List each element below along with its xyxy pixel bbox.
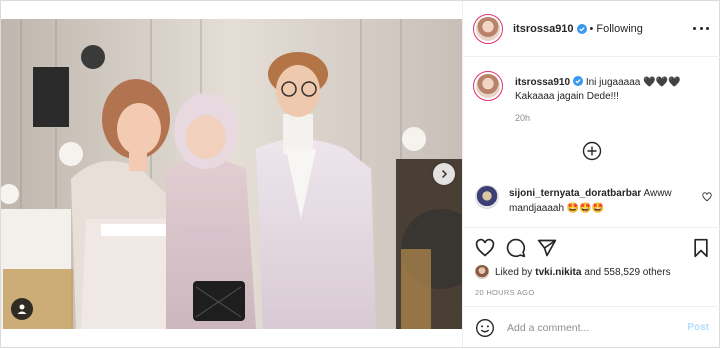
posted-time[interactable]: 20 HOURS AGO (475, 288, 534, 297)
share-icon[interactable] (537, 238, 557, 258)
verified-badge-icon (573, 76, 584, 86)
caption-line-2: Kakaaaa jagain Dede!!! (515, 91, 619, 102)
commenter-username[interactable]: sijoni_ternyata_doratbarbar (509, 188, 641, 199)
likes-others[interactable]: and 558,529 others (584, 267, 670, 278)
caption-line-1: Ini jugaaaaa 🖤🖤🖤 (585, 77, 681, 88)
user-icon (17, 304, 27, 314)
verified-badge-icon (576, 23, 587, 34)
load-more-comments-button[interactable] (582, 141, 602, 161)
add-comment-bar: Post (463, 306, 720, 349)
heart-icon[interactable] (475, 238, 495, 258)
liker-username[interactable]: tvki.nikita (535, 267, 581, 278)
caption-age: 20h (515, 113, 531, 123)
post-actions-bar (463, 227, 720, 267)
liker-avatar[interactable] (475, 265, 489, 279)
comment-text: sijoni_ternyata_doratbarbar Awww mandjaa… (509, 186, 689, 216)
smile-icon[interactable] (475, 318, 495, 338)
instagram-post-modal: itsrossa910 • Following itsrossa910 Ini … (0, 0, 720, 349)
photo-illustration (1, 19, 462, 329)
user-tag-icon[interactable] (11, 298, 33, 320)
caption-username[interactable]: itsrossa910 (515, 77, 570, 88)
caption-text: itsrossa910 Ini jugaaaaa 🖤🖤🖤 Kakaaaa jag… (515, 76, 715, 104)
separator-dot: • (589, 22, 594, 35)
bookmark-icon[interactable] (691, 238, 711, 258)
post-side-panel: itsrossa910 • Following itsrossa910 Ini … (462, 1, 720, 349)
next-image-button[interactable] (433, 163, 455, 185)
like-comment-heart-icon[interactable] (702, 192, 712, 202)
likes-summary: Liked by tvki.nikita and 558,529 others (475, 265, 671, 279)
caption-author-avatar[interactable] (473, 71, 503, 101)
post-comment-button[interactable]: Post (687, 322, 709, 333)
post-photo[interactable] (1, 19, 462, 329)
following-button[interactable]: Following (596, 23, 642, 35)
liked-by-label: Liked by (495, 266, 533, 278)
author-username[interactable]: itsrossa910 (513, 23, 574, 35)
plus-circle-icon (582, 141, 602, 161)
comment-item: sijoni_ternyata_doratbarbar Awww mandjaa… (475, 185, 715, 215)
more-options-icon[interactable] (693, 20, 709, 36)
post-header: itsrossa910 • Following (463, 1, 720, 57)
author-avatar[interactable] (473, 13, 503, 44)
commenter-avatar[interactable] (475, 185, 499, 209)
comment-input[interactable] (507, 322, 677, 334)
chevron-right-icon (441, 169, 448, 179)
comment-icon[interactable] (506, 238, 526, 258)
